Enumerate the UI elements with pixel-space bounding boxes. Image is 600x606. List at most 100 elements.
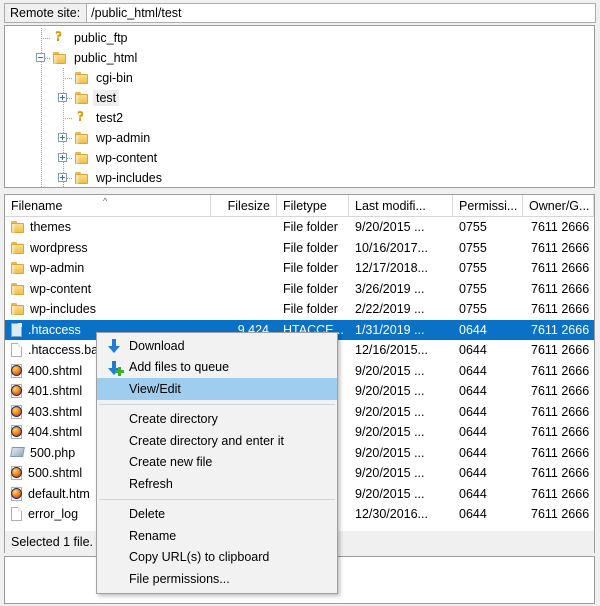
tree-item-wp-admin[interactable]: wp-admin <box>5 128 594 148</box>
file-name-label: themes <box>30 220 71 235</box>
column-header-mod[interactable]: Last modifi... <box>349 195 453 216</box>
file-name-label: 400.shtml <box>28 363 83 378</box>
firefox-html-icon <box>11 384 23 399</box>
firefox-html-icon <box>11 486 23 501</box>
tree-item-label: public_ftp <box>74 31 128 45</box>
tree-item-label: test <box>93 90 120 106</box>
file-own-cell: 7611 2666 <box>531 404 590 419</box>
file-name-label: wp-admin <box>30 261 85 276</box>
context-menu-separator <box>99 498 335 500</box>
tree-expander-wp-admin[interactable] <box>58 133 67 142</box>
file-mod-cell: 12/30/2016... <box>355 507 428 522</box>
context-menu-item-create-new-file[interactable]: Create new file <box>97 452 337 474</box>
firefox-html-icon <box>11 363 23 378</box>
context-menu-item-download[interactable]: Download <box>97 335 337 357</box>
context-menu-item-rename[interactable]: Rename <box>97 525 337 547</box>
unknown-folder-icon: ? <box>55 28 62 44</box>
tree-item-test2[interactable]: ? test2 <box>5 108 594 128</box>
column-header-name[interactable]: Filename ^ <box>5 195 211 216</box>
file-perm-cell: 0755 <box>459 261 487 276</box>
context-menu-item-label: Create new file <box>129 455 213 470</box>
tree-item-public_ftp[interactable]: ? public_ftp <box>5 28 594 48</box>
file-type-cell: File folder <box>283 220 338 235</box>
file-row[interactable]: wp-includes File folder 2/22/2019 ... 0755 7… <box>5 299 594 320</box>
file-name-label: wp-content <box>30 281 92 296</box>
tree-expander-wp-includes[interactable] <box>58 173 67 182</box>
context-menu-item-label: Create directory <box>129 412 218 427</box>
remote-site-bar: Remote site: /public_html/test <box>0 0 600 25</box>
column-header-perm[interactable]: Permissi... <box>453 195 523 216</box>
context-menu-item-copy-url-s-to-clipboard[interactable]: Copy URL(s) to clipboard <box>97 547 337 569</box>
column-header-label: Permissi... <box>459 198 518 213</box>
file-name-cell: wp-includes <box>5 302 211 316</box>
context-menu-item-refresh[interactable]: Refresh <box>97 473 337 495</box>
file-name-label: 403.shtml <box>28 404 83 419</box>
column-header-size[interactable]: Filesize <box>211 195 277 216</box>
context-menu-item-create-directory-and-enter-it[interactable]: Create directory and enter it <box>97 430 337 452</box>
file-perm-cell: 0644 <box>459 384 487 399</box>
context-menu-item-create-directory[interactable]: Create directory <box>97 409 337 431</box>
remote-directory-tree[interactable]: ? public_ftp public_html cgi-bin test? test2 w… <box>4 25 595 188</box>
file-row[interactable]: wp-content File folder 3/26/2019 ... 0755 76… <box>5 279 594 300</box>
tree-item-label: wp-includes <box>96 171 163 185</box>
column-header-type[interactable]: Filetype <box>277 195 349 216</box>
file-name-label: default.htm <box>28 486 90 501</box>
file-perm-cell: 0644 <box>459 445 487 460</box>
remote-site-input[interactable]: /public_html/test <box>86 3 596 23</box>
file-mod-cell: 9/20/2015 ... <box>355 425 425 440</box>
file-own-cell: 7611 2666 <box>531 281 590 296</box>
file-mod-cell: 9/20/2015 ... <box>355 384 425 399</box>
tree-expander-public_html[interactable] <box>36 53 45 62</box>
file-mod-cell: 9/20/2015 ... <box>355 220 425 235</box>
tree-item-label: wp-content <box>96 151 158 165</box>
file-own-cell: 7611 2666 <box>531 322 590 337</box>
file-perm-cell: 0644 <box>459 425 487 440</box>
file-name-label: 404.shtml <box>28 425 83 440</box>
file-row[interactable]: wordpress File folder 10/16/2017... 0755 761… <box>5 238 594 259</box>
context-menu-item-label: Rename <box>129 528 177 543</box>
context-menu-item-view-edit[interactable]: View/Edit <box>97 378 337 400</box>
file-mod-cell: 9/20/2015 ... <box>355 404 425 419</box>
file-own-cell: 7611 2666 <box>531 384 590 399</box>
file-perm-cell: 0644 <box>459 363 487 378</box>
file-context-menu[interactable]: Download Add files to queue View/Edit Creat… <box>96 332 338 594</box>
tree-item-label: cgi-bin <box>96 71 133 85</box>
tree-item-wp-content[interactable]: wp-content <box>5 148 594 168</box>
context-menu-item-label: Copy URL(s) to clipboard <box>129 550 270 565</box>
file-own-cell: 7611 2666 <box>531 466 590 481</box>
tree-expander-test[interactable] <box>58 93 67 102</box>
context-menu-item-add-files-to-queue[interactable]: Add files to queue <box>97 357 337 379</box>
file-name-cell: themes <box>5 220 211 234</box>
tree-item-wp-includes[interactable]: wp-includes <box>5 168 594 187</box>
file-mod-cell: 9/20/2015 ... <box>355 466 425 481</box>
folder-icon <box>75 132 89 144</box>
file-own-cell: 7611 2666 <box>531 343 590 358</box>
file-mod-cell: 3/26/2019 ... <box>355 281 425 296</box>
folder-icon <box>11 282 25 295</box>
column-header-own[interactable]: Owner/G... <box>523 195 594 216</box>
folder-icon <box>75 92 89 104</box>
file-name-label: error_log <box>28 507 79 522</box>
folder-icon <box>75 172 89 184</box>
file-mod-cell: 2/22/2019 ... <box>355 302 425 317</box>
file-own-cell: 7611 2666 <box>531 240 590 255</box>
file-name-cell: wordpress <box>5 241 211 255</box>
document-icon <box>11 343 23 358</box>
file-row[interactable]: wp-admin File folder 12/17/2018... 0755 7611… <box>5 258 594 279</box>
firefox-html-icon <box>11 425 23 440</box>
context-menu-item-label: Add files to queue <box>129 360 230 375</box>
tree-item-public_html[interactable]: public_html <box>5 48 594 68</box>
add-to-queue-arrow-icon <box>106 360 124 376</box>
file-row[interactable]: themes File folder 9/20/2015 ... 0755 7611 2… <box>5 217 594 238</box>
context-menu-item-file-permissions[interactable]: File permissions... <box>97 568 337 590</box>
context-menu-item-delete[interactable]: Delete <box>97 504 337 526</box>
file-perm-cell: 0644 <box>459 507 487 522</box>
file-own-cell: 7611 2666 <box>531 507 590 522</box>
file-type-cell: File folder <box>283 240 338 255</box>
tree-item-cgi-bin[interactable]: cgi-bin <box>5 68 594 88</box>
filezilla-remote-pane: Remote site: /public_html/test ? public_f… <box>0 0 600 606</box>
file-list-header[interactable]: Filename ^ Filesize Filetype Last modifi... P… <box>5 195 594 217</box>
tree-item-test[interactable]: test <box>5 88 594 108</box>
tree-expander-wp-content[interactable] <box>58 153 67 162</box>
file-type-cell: File folder <box>283 281 338 296</box>
